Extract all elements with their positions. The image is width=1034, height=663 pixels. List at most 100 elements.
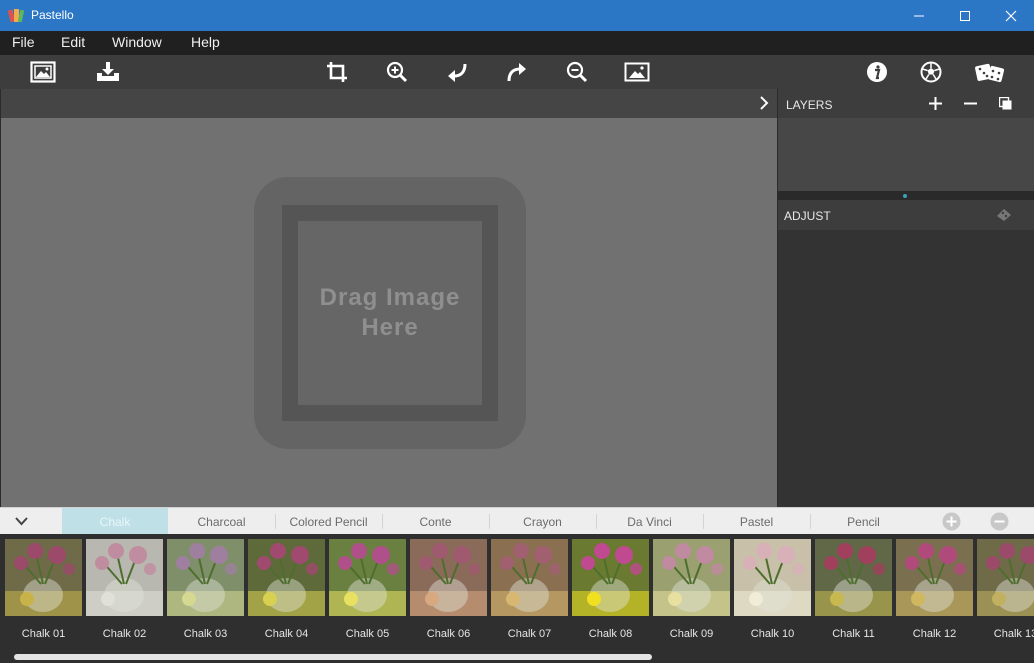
soccer-ball-icon [920, 61, 942, 83]
menu-help[interactable]: Help [191, 34, 220, 50]
undo-icon [448, 63, 467, 82]
preset-preview-image [896, 539, 973, 616]
adjust-title: ADJUST [784, 209, 831, 223]
preset-label: Chalk 11 [832, 628, 875, 640]
duplicate-layer-icon[interactable] [999, 97, 1012, 110]
menu-edit[interactable]: Edit [61, 34, 85, 50]
close-button[interactable] [988, 0, 1034, 31]
preset-thumbnail[interactable] [5, 539, 82, 616]
zoom-out-button[interactable] [563, 59, 591, 85]
tab-divider [275, 514, 276, 529]
open-image-icon [30, 61, 56, 83]
preset-label: Chalk 06 [426, 628, 471, 640]
preset-preview-image [248, 539, 325, 616]
preset-preview-image [410, 539, 487, 616]
zoom-in-button[interactable] [383, 59, 411, 85]
tab-divider [596, 514, 597, 529]
drop-zone[interactable]: Drag Image Here [254, 177, 526, 449]
save-download-icon [97, 62, 119, 81]
zoom-out-icon [566, 61, 588, 83]
open-image-button[interactable] [29, 59, 57, 85]
layers-title: LAYERS [786, 98, 833, 112]
redo-button[interactable] [503, 59, 531, 85]
right-panel: LAYERS ADJUST [778, 89, 1034, 507]
image-canvas[interactable]: Drag Image Here [1, 118, 777, 507]
preset-thumbnail[interactable] [815, 539, 892, 616]
chevron-down-icon[interactable] [15, 516, 28, 526]
layers-list [778, 118, 1034, 191]
preset-preview-image [5, 539, 82, 616]
soccer-ball-button[interactable] [917, 59, 945, 85]
tab-divider [382, 514, 383, 529]
preset-preview-image [572, 539, 649, 616]
preset-thumbnail[interactable] [896, 539, 973, 616]
tab-da-vinci[interactable]: Da Vinci [596, 508, 703, 535]
menu-file[interactable]: File [12, 34, 35, 50]
tab-charcoal[interactable]: Charcoal [168, 508, 275, 535]
preset-label: Chalk 04 [264, 628, 309, 640]
preset-label: Chalk 03 [183, 628, 228, 640]
preset-thumbnail[interactable] [491, 539, 568, 616]
preset-thumbnail[interactable] [167, 539, 244, 616]
zoom-in-icon [386, 61, 408, 83]
horizontal-scrollbar[interactable] [14, 654, 652, 660]
preset-thumbnail[interactable] [86, 539, 163, 616]
tab-divider [810, 514, 811, 529]
preset-label: Chalk 09 [669, 628, 714, 640]
preset-thumbnail[interactable] [734, 539, 811, 616]
drop-zone-label: Drag Image Here [319, 284, 461, 341]
splitter-handle[interactable] [903, 194, 907, 198]
remove-layer-icon[interactable] [964, 97, 977, 110]
redo-icon [507, 63, 526, 82]
adjust-header: ADJUST [778, 200, 1034, 230]
dice-button[interactable] [974, 59, 1006, 85]
undo-button[interactable] [443, 59, 471, 85]
canvas-header [1, 89, 777, 118]
tab-pencil[interactable]: Pencil [810, 508, 917, 535]
preset-thumbnail[interactable] [572, 539, 649, 616]
title-bar: Pastello [0, 0, 1034, 31]
eraser-icon[interactable] [995, 207, 1013, 222]
maximize-icon [960, 10, 970, 21]
info-button[interactable] [863, 59, 891, 85]
preset-preview-image [167, 539, 244, 616]
preset-thumbnail[interactable] [410, 539, 487, 616]
preset-thumbnail[interactable] [977, 539, 1034, 616]
fit-image-button[interactable] [623, 59, 651, 85]
preset-label: Chalk 05 [345, 628, 390, 640]
preset-label: Chalk 13 [993, 628, 1034, 640]
preset-preview-image [491, 539, 568, 616]
window-title: Pastello [31, 8, 74, 22]
tab-pastel[interactable]: Pastel [703, 508, 810, 535]
tab-colored-pencil[interactable]: Colored Pencil [275, 508, 382, 535]
menu-window[interactable]: Window [112, 34, 162, 50]
save-button[interactable] [94, 59, 122, 85]
panel-splitter[interactable] [778, 191, 1034, 200]
preset-thumbnail[interactable] [329, 539, 406, 616]
preset-thumbnail[interactable] [653, 539, 730, 616]
crop-button[interactable] [323, 59, 351, 85]
app-icon [8, 9, 24, 23]
maximize-button[interactable] [942, 0, 988, 31]
preset-preview-image [653, 539, 730, 616]
minimize-button[interactable] [896, 0, 942, 31]
tab-crayon[interactable]: Crayon [489, 508, 596, 535]
preset-strip: Chalk 01 Chalk 02 Chalk 03 Chalk 04 Chalk 05… [0, 534, 1034, 663]
preset-label: Chalk 08 [588, 628, 633, 640]
add-layer-icon[interactable] [929, 97, 942, 110]
preset-preview-image [86, 539, 163, 616]
preset-label: Chalk 10 [750, 628, 795, 640]
fit-image-icon [624, 62, 650, 82]
preset-thumbnail[interactable] [248, 539, 325, 616]
add-preset-icon[interactable] [942, 512, 961, 531]
preset-label: Chalk 12 [912, 628, 957, 640]
remove-preset-icon[interactable] [990, 512, 1009, 531]
crop-icon [327, 62, 347, 82]
preset-label: Chalk 07 [507, 628, 552, 640]
chevron-right-icon[interactable] [758, 96, 770, 110]
menu-bar: File Edit Window Help [0, 31, 1034, 55]
dice-icon [975, 63, 1005, 83]
tab-conte[interactable]: Conte [382, 508, 489, 535]
preset-label: Chalk 02 [102, 628, 147, 640]
tab-chalk[interactable]: Chalk [62, 508, 168, 535]
